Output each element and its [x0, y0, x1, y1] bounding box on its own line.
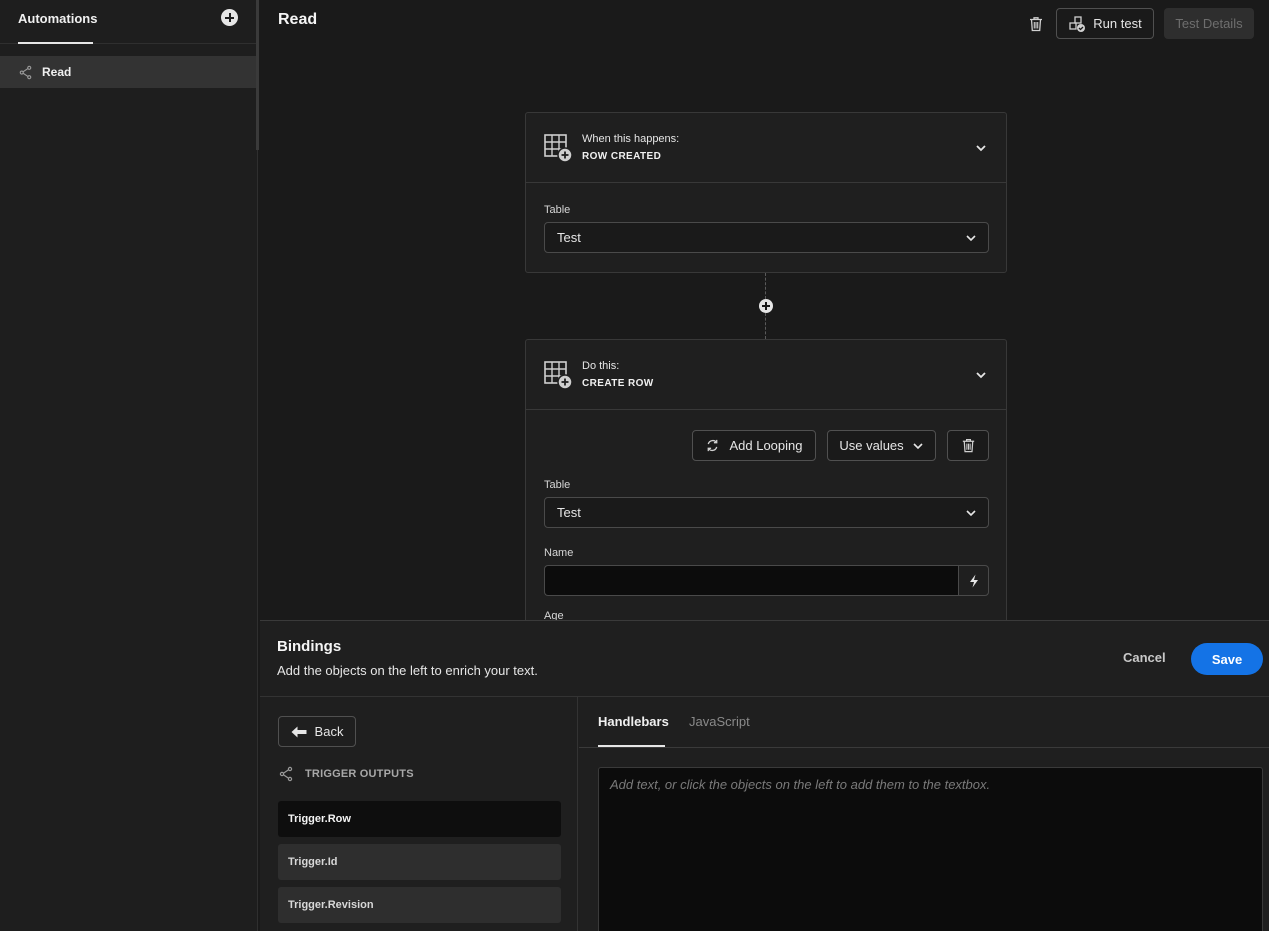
- action-card-header[interactable]: Do this: CREATE ROW: [526, 340, 1006, 410]
- cancel-button[interactable]: Cancel: [1123, 650, 1166, 665]
- action-table-select[interactable]: Test: [544, 497, 989, 528]
- trash-icon: [962, 439, 974, 453]
- chevron-down-icon: [966, 235, 976, 242]
- sidebar-item-read[interactable]: Read: [0, 56, 256, 88]
- active-tab-underline: [598, 745, 665, 747]
- run-test-icon: [1069, 15, 1086, 32]
- sidebar: Automations Read: [0, 0, 259, 931]
- bindings-sidebar: Back TRIGGER OUTPUTS Trigger.Row Trigger…: [260, 697, 578, 931]
- flow-connector: [765, 273, 766, 299]
- delete-step-button[interactable]: [947, 430, 989, 461]
- action-card: Do this: CREATE ROW Add Looping Use valu…: [525, 339, 1007, 639]
- run-test-button[interactable]: Run test: [1056, 8, 1154, 39]
- table-add-icon: [544, 361, 573, 390]
- run-test-label: Run test: [1093, 16, 1142, 31]
- trigger-name: ROW CREATED: [582, 151, 662, 162]
- binding-textbox[interactable]: Add text, or click the objects on the le…: [598, 767, 1263, 931]
- bindings-header: Bindings Add the objects on the left to …: [260, 621, 1269, 697]
- binding-item-trigger-row[interactable]: Trigger.Row: [278, 801, 561, 837]
- sidebar-item-label: Read: [42, 65, 72, 79]
- name-field[interactable]: [544, 565, 958, 596]
- flow-connector: [765, 313, 766, 339]
- trigger-table-label: Table: [544, 204, 571, 216]
- binding-bolt-button[interactable]: [958, 565, 989, 596]
- table-add-icon: [544, 134, 573, 163]
- sidebar-header: Automations: [0, 0, 257, 44]
- test-details-button[interactable]: Test Details: [1164, 8, 1254, 39]
- delete-automation-icon[interactable]: [1027, 15, 1045, 33]
- back-label: Back: [314, 724, 344, 739]
- chevron-down-icon: [913, 442, 923, 449]
- action-kicker: Do this:: [582, 360, 620, 372]
- arrow-left-icon: [291, 726, 307, 737]
- chevron-down-icon: [966, 510, 976, 517]
- add-automation-icon[interactable]: [221, 9, 238, 26]
- sidebar-scrollbar[interactable]: [256, 0, 259, 150]
- trigger-table-value: Test: [557, 230, 581, 245]
- tab-automations[interactable]: Automations: [18, 11, 97, 26]
- loop-icon: [708, 439, 718, 452]
- add-step-icon[interactable]: [759, 299, 773, 313]
- tab-javascript[interactable]: JavaScript: [689, 714, 750, 729]
- back-button[interactable]: Back: [278, 716, 356, 747]
- bindings-panel: Bindings Add the objects on the left to …: [260, 620, 1269, 931]
- share-icon: [19, 65, 32, 79]
- trigger-kicker: When this happens:: [582, 133, 680, 145]
- editor-tabs: Handlebars JavaScript: [579, 697, 1269, 748]
- action-table-label: Table: [544, 479, 571, 491]
- tab-handlebars[interactable]: Handlebars: [598, 714, 669, 729]
- tab-underline: [18, 42, 93, 44]
- trigger-table-select[interactable]: Test: [544, 222, 989, 253]
- add-looping-button[interactable]: Add Looping: [692, 430, 816, 461]
- lightning-bolt-icon: [969, 574, 978, 587]
- textbox-placeholder: Add text, or click the objects on the le…: [610, 777, 991, 792]
- binding-item-trigger-revision[interactable]: Trigger.Revision: [278, 887, 561, 923]
- name-field-label: Name: [544, 547, 574, 559]
- action-table-value: Test: [557, 505, 581, 520]
- action-name: CREATE ROW: [582, 378, 654, 389]
- trigger-card-header[interactable]: When this happens: ROW CREATED: [526, 113, 1006, 183]
- trigger-outputs-label: TRIGGER OUTPUTS: [305, 768, 414, 780]
- chevron-down-icon[interactable]: [974, 368, 988, 382]
- add-looping-label: Add Looping: [729, 438, 803, 453]
- trigger-outputs-header: TRIGGER OUTPUTS: [278, 766, 414, 782]
- save-button[interactable]: Save: [1191, 643, 1263, 675]
- use-values-dropdown[interactable]: Use values: [827, 430, 936, 461]
- use-values-label: Use values: [839, 438, 904, 453]
- share-icon: [279, 766, 293, 782]
- trigger-card: When this happens: ROW CREATED Table Tes…: [525, 112, 1007, 273]
- bindings-title: Bindings: [277, 638, 342, 655]
- bindings-editor-area: Handlebars JavaScript Add text, or click…: [579, 697, 1269, 931]
- binding-item-trigger-id[interactable]: Trigger.Id: [278, 844, 561, 880]
- page-title: Read: [278, 11, 318, 28]
- bindings-subtitle: Add the objects on the left to enrich yo…: [277, 663, 538, 678]
- chevron-down-icon[interactable]: [974, 141, 988, 155]
